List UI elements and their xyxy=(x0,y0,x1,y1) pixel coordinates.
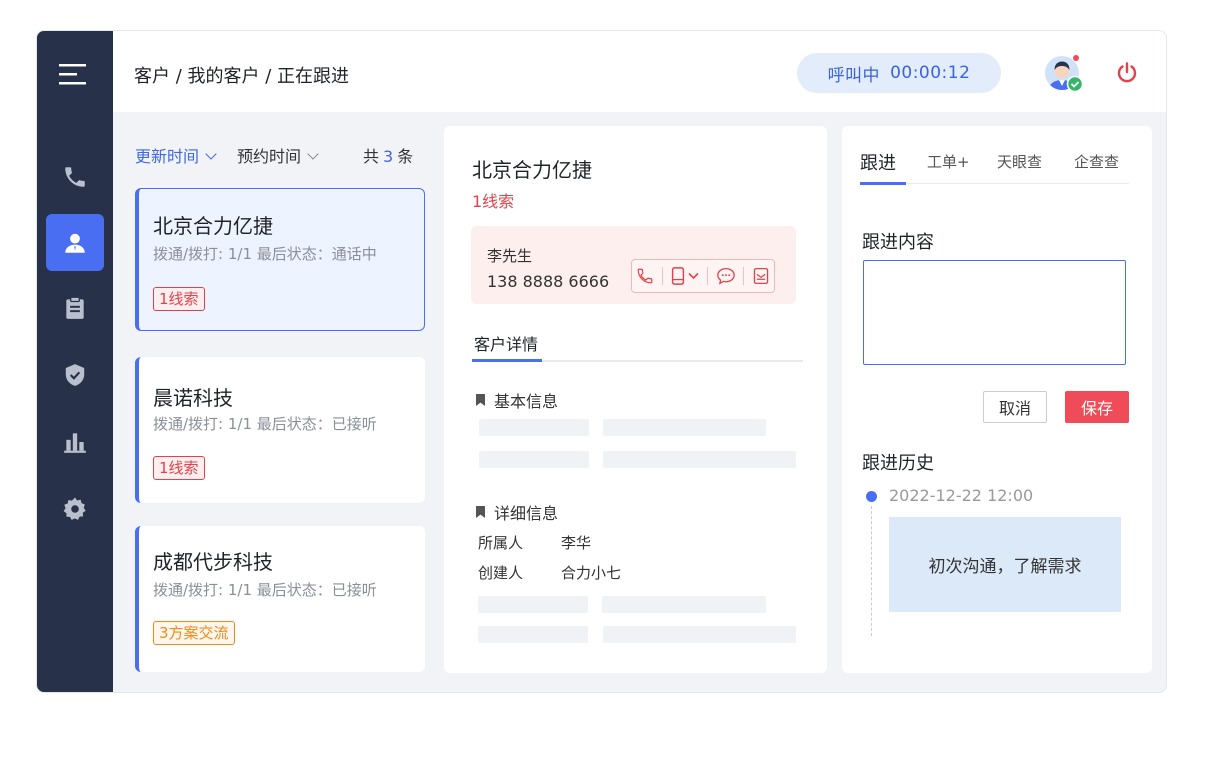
customer-card[interactable]: 北京合力亿捷 拨通/拨打: 1/1 最后状态：通话中 1线索 xyxy=(135,188,425,331)
tab-active-indicator xyxy=(860,182,906,185)
phone-icon xyxy=(65,166,85,187)
contact-actions xyxy=(631,259,775,293)
customer-name: 晨诺科技 xyxy=(153,386,233,410)
sort-by-appointment-time[interactable]: 预约时间 xyxy=(237,143,319,167)
sort-by-update-time[interactable]: 更新时间 xyxy=(135,143,217,167)
avatar[interactable] xyxy=(1044,53,1084,93)
placeholder-bar xyxy=(478,626,588,643)
clipboard-icon xyxy=(66,296,84,319)
tab-active-indicator xyxy=(472,359,542,362)
customer-card[interactable]: 晨诺科技 拨通/拨打: 1/1 最后状态：已接听 1线索 xyxy=(135,357,425,503)
followup-history-label: 跟进历史 xyxy=(862,453,934,474)
save-button[interactable]: 保存 xyxy=(1065,391,1129,423)
history-time: 2022-12-22 12:00 xyxy=(889,486,1034,505)
customer-meta: 拨通/拨打: 1/1 最后状态：通话中 xyxy=(153,245,377,263)
chat-icon[interactable] xyxy=(716,267,736,285)
owner-value: 李华 xyxy=(561,534,592,552)
placeholder-bar xyxy=(603,451,796,468)
chevron-down-icon xyxy=(307,148,319,160)
owner-label: 所属人 xyxy=(478,534,524,552)
menu-icon[interactable] xyxy=(59,61,89,87)
customer-meta: 拨通/拨打: 1/1 最后状态：已接听 xyxy=(153,415,377,433)
breadcrumb[interactable]: 客户 / 我的客户 / 正在跟进 xyxy=(134,62,349,88)
sidebar-item-phone[interactable] xyxy=(46,148,104,205)
placeholder-bar xyxy=(479,451,589,468)
customer-name: 成都代步科技 xyxy=(153,550,273,574)
history-entry[interactable]: 初次沟通，了解需求 xyxy=(889,517,1121,612)
sidebar-item-security[interactable] xyxy=(46,346,104,403)
followup-content-label: 跟进内容 xyxy=(862,232,934,253)
followup-content-input[interactable] xyxy=(863,260,1126,365)
user-icon xyxy=(65,233,85,253)
shield-icon xyxy=(65,363,85,386)
creator-label: 创建人 xyxy=(478,564,524,582)
status-badge: 3方案交流 xyxy=(153,621,235,645)
placeholder-bar xyxy=(478,596,588,613)
placeholder-bar xyxy=(603,419,766,436)
app-window: 客户 / 我的客户 / 正在跟进 呼叫中 00:00:12 更新时间 预约时间 xyxy=(36,30,1167,693)
sidebar-item-reports[interactable] xyxy=(46,413,104,470)
placeholder-bar xyxy=(479,419,589,436)
section-detail-info: 详细信息 xyxy=(476,500,558,524)
call-timer: 00:00:12 xyxy=(890,63,971,83)
timeline-line xyxy=(871,506,872,636)
detail-title: 北京合力亿捷 xyxy=(472,158,592,182)
call-status-badge[interactable]: 呼叫中 00:00:12 xyxy=(797,53,1001,93)
creator-value: 合力小七 xyxy=(561,564,622,582)
bookmark-icon xyxy=(476,394,485,406)
timeline-dot xyxy=(866,491,877,502)
placeholder-bar xyxy=(602,596,766,613)
chevron-down-icon xyxy=(205,148,217,160)
customer-meta: 拨通/拨打: 1/1 最后状态：已接听 xyxy=(153,581,377,599)
sidebar-item-settings[interactable] xyxy=(46,480,104,537)
total-count: 共3条 xyxy=(363,147,414,166)
status-badge: 1线索 xyxy=(153,287,205,311)
contact-card: 李先生 138 8888 6666 xyxy=(471,226,796,304)
bar-chart-icon xyxy=(64,432,86,453)
contact-phone: 138 8888 6666 xyxy=(487,272,610,291)
sidebar-item-customers[interactable] xyxy=(46,214,104,271)
call-icon[interactable] xyxy=(636,267,654,285)
followup-panel: 跟进 工单+ 天眼查 企查查 跟进内容 取消 保存 跟进历史 2022-12-2… xyxy=(842,126,1152,673)
bookmark-icon xyxy=(476,506,485,518)
call-status-label: 呼叫中 xyxy=(827,65,881,86)
customer-card[interactable]: 成都代步科技 拨通/拨打: 1/1 最后状态：已接听 3方案交流 xyxy=(135,526,425,672)
tab-work-order[interactable]: 工单+ xyxy=(927,151,970,172)
sms-icon[interactable] xyxy=(752,267,770,285)
contact-name: 李先生 xyxy=(487,247,533,265)
customer-detail-panel: 北京合力亿捷 1线索 李先生 138 8888 6666 客户详情 基本信息 详… xyxy=(444,126,827,673)
tab-followup[interactable]: 跟进 xyxy=(860,149,896,175)
sidebar xyxy=(37,31,113,692)
power-icon[interactable] xyxy=(1115,61,1139,85)
placeholder-bar xyxy=(603,626,796,643)
tab-tianyancha[interactable]: 天眼查 xyxy=(997,151,1042,172)
status-badge: 1线索 xyxy=(153,456,205,480)
cancel-button[interactable]: 取消 xyxy=(983,391,1047,423)
tab-qichacha[interactable]: 企查查 xyxy=(1074,151,1119,172)
mobile-icon[interactable] xyxy=(670,267,699,285)
detail-tag: 1线索 xyxy=(472,192,515,211)
gear-icon xyxy=(63,497,86,520)
sidebar-item-tasks[interactable] xyxy=(46,279,104,336)
section-basic-info: 基本信息 xyxy=(476,388,558,412)
top-bar: 客户 / 我的客户 / 正在跟进 呼叫中 00:00:12 xyxy=(113,31,1166,112)
tab-customer-detail[interactable]: 客户详情 xyxy=(474,331,538,355)
customer-name: 北京合力亿捷 xyxy=(153,214,273,238)
